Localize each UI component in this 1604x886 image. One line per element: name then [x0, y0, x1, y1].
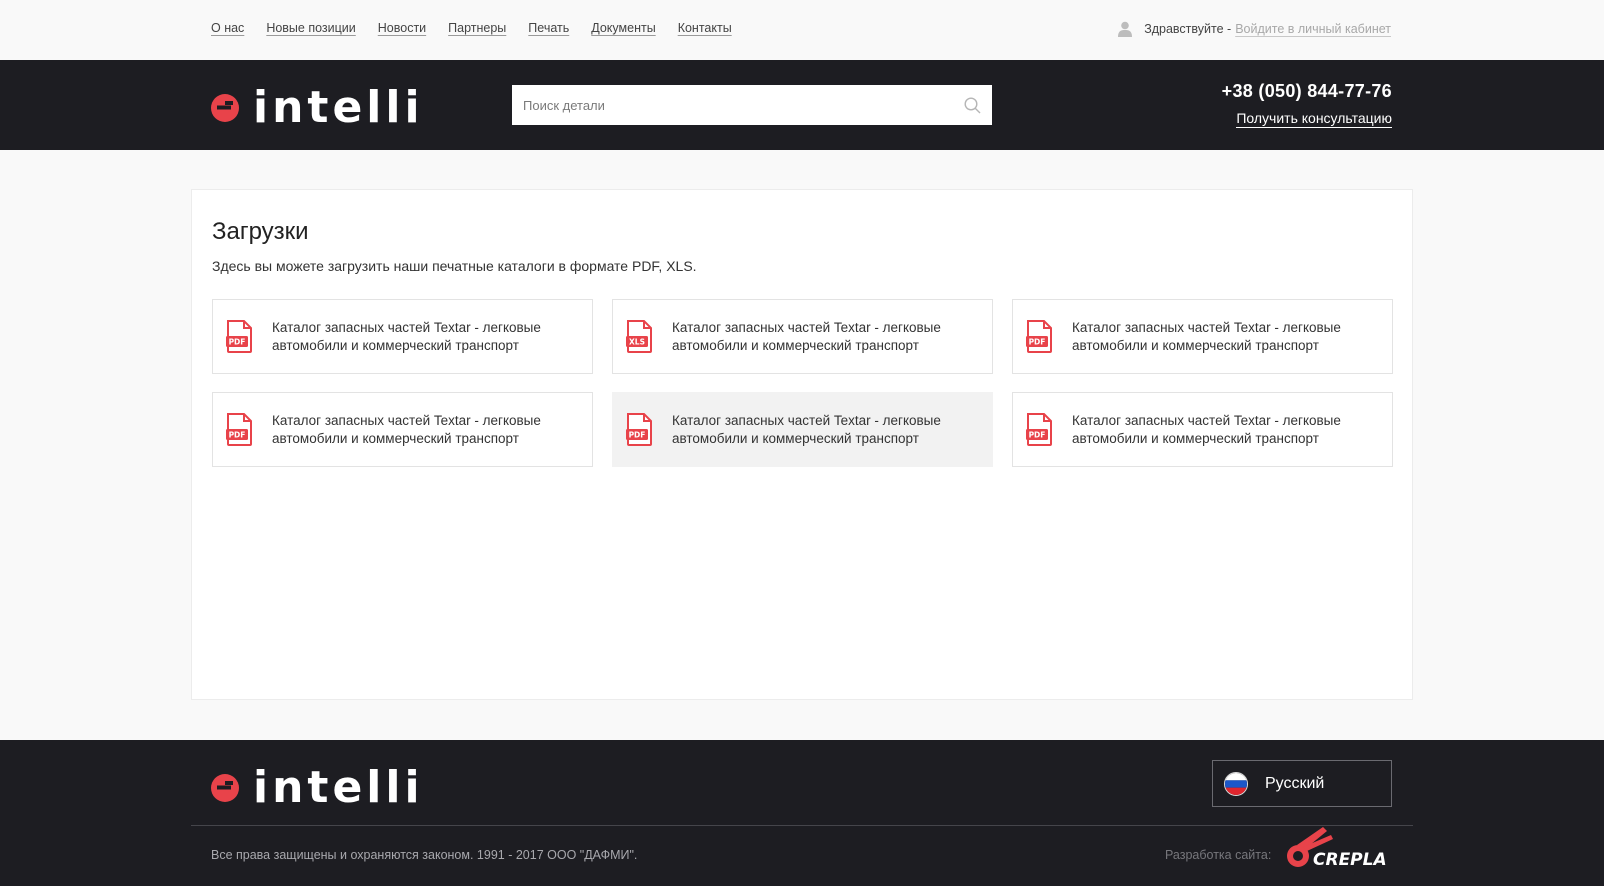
file-title: Каталог запасных частей Textar - легковы…	[1072, 412, 1341, 446]
file-card[interactable]: PDF Каталог запасных частей Textar - лег…	[212, 392, 593, 467]
file-title: Каталог запасных частей Textar - легковы…	[672, 412, 941, 446]
header: intelli +38 (050) 844-77-76 Получить кон…	[0, 60, 1604, 150]
nav-link-new-items[interactable]: Новые позиции	[266, 21, 355, 35]
file-title: Каталог запасных частей Textar - легковы…	[272, 319, 541, 353]
file-title: Каталог запасных частей Textar - легковы…	[672, 319, 941, 353]
file-title: Каталог запасных частей Textar - легковы…	[272, 412, 541, 446]
nav-link-print[interactable]: Печать	[528, 21, 569, 35]
developer-logo[interactable]: CREPLA	[1283, 825, 1395, 869]
file-card[interactable]: XLS Каталог запасных частей Textar - лег…	[612, 299, 993, 374]
nav-link-about[interactable]: О нас	[211, 21, 244, 35]
footer: intelli Русский Все права защищены и охр…	[0, 740, 1604, 886]
files-grid: PDF Каталог запасных частей Textar - лег…	[212, 299, 1393, 467]
file-title: Каталог запасных частей Textar - легковы…	[1072, 319, 1341, 353]
xls-file-icon: XLS	[626, 320, 652, 353]
svg-text:CREPLA: CREPLA	[1313, 850, 1387, 869]
nav-link-contacts[interactable]: Контакты	[678, 21, 732, 35]
search-icon[interactable]	[964, 97, 981, 114]
language-label: Русский	[1265, 774, 1325, 792]
nav-link-partners[interactable]: Партнеры	[448, 21, 506, 35]
search-input[interactable]	[512, 85, 992, 125]
downloads-panel: Загрузки Здесь вы можете загрузить наши …	[191, 189, 1413, 700]
file-card[interactable]: PDF Каталог запасных частей Textar - лег…	[1012, 392, 1393, 467]
language-selector[interactable]: Русский	[1212, 760, 1392, 807]
file-card-active[interactable]: PDF Каталог запасных частей Textar - лег…	[612, 392, 993, 467]
pdf-file-icon: PDF	[226, 320, 252, 353]
copyright-text: Все права защищены и охраняются законом.…	[211, 848, 638, 862]
top-bar: О нас Новые позиции Новости Партнеры Печ…	[0, 0, 1604, 60]
site-logo[interactable]: intelli	[211, 87, 451, 125]
russia-flag-icon	[1224, 771, 1248, 796]
svg-text:XLS: XLS	[629, 338, 645, 347]
svg-text:intelli: intelli	[253, 767, 424, 805]
nav-link-documents[interactable]: Документы	[591, 21, 655, 35]
user-icon	[1118, 21, 1133, 37]
greeting-text: Здравствуйте -	[1144, 22, 1232, 36]
file-card[interactable]: PDF Каталог запасных частей Textar - лег…	[1012, 299, 1393, 374]
phone-number[interactable]: +38 (050) 844-77-76	[1222, 81, 1392, 102]
top-nav: О нас Новые позиции Новости Партнеры Печ…	[211, 21, 732, 35]
svg-text:PDF: PDF	[1029, 338, 1046, 347]
svg-text:PDF: PDF	[229, 338, 246, 347]
file-card[interactable]: PDF Каталог запасных частей Textar - лег…	[212, 299, 593, 374]
login-link[interactable]: Войдите в личный кабинет	[1235, 22, 1391, 36]
svg-text:intelli: intelli	[253, 87, 424, 125]
pdf-file-icon: PDF	[1026, 413, 1052, 446]
user-box: Здравствуйте - Войдите в личный кабинет	[1118, 21, 1391, 37]
page-title: Загрузки	[212, 218, 309, 245]
svg-text:PDF: PDF	[229, 431, 246, 440]
developer-label: Разработка сайта:	[1165, 848, 1272, 862]
pdf-file-icon: PDF	[1026, 320, 1052, 353]
footer-divider	[191, 825, 1413, 826]
svg-text:PDF: PDF	[629, 431, 646, 440]
footer-logo[interactable]: intelli	[211, 767, 451, 805]
pdf-file-icon: PDF	[226, 413, 252, 446]
svg-text:PDF: PDF	[1029, 431, 1046, 440]
page-description: Здесь вы можете загрузить наши печатные …	[212, 258, 697, 274]
consult-link[interactable]: Получить консультацию	[1236, 110, 1392, 128]
nav-link-news[interactable]: Новости	[378, 21, 426, 35]
pdf-file-icon: PDF	[626, 413, 652, 446]
search-box	[512, 85, 992, 125]
